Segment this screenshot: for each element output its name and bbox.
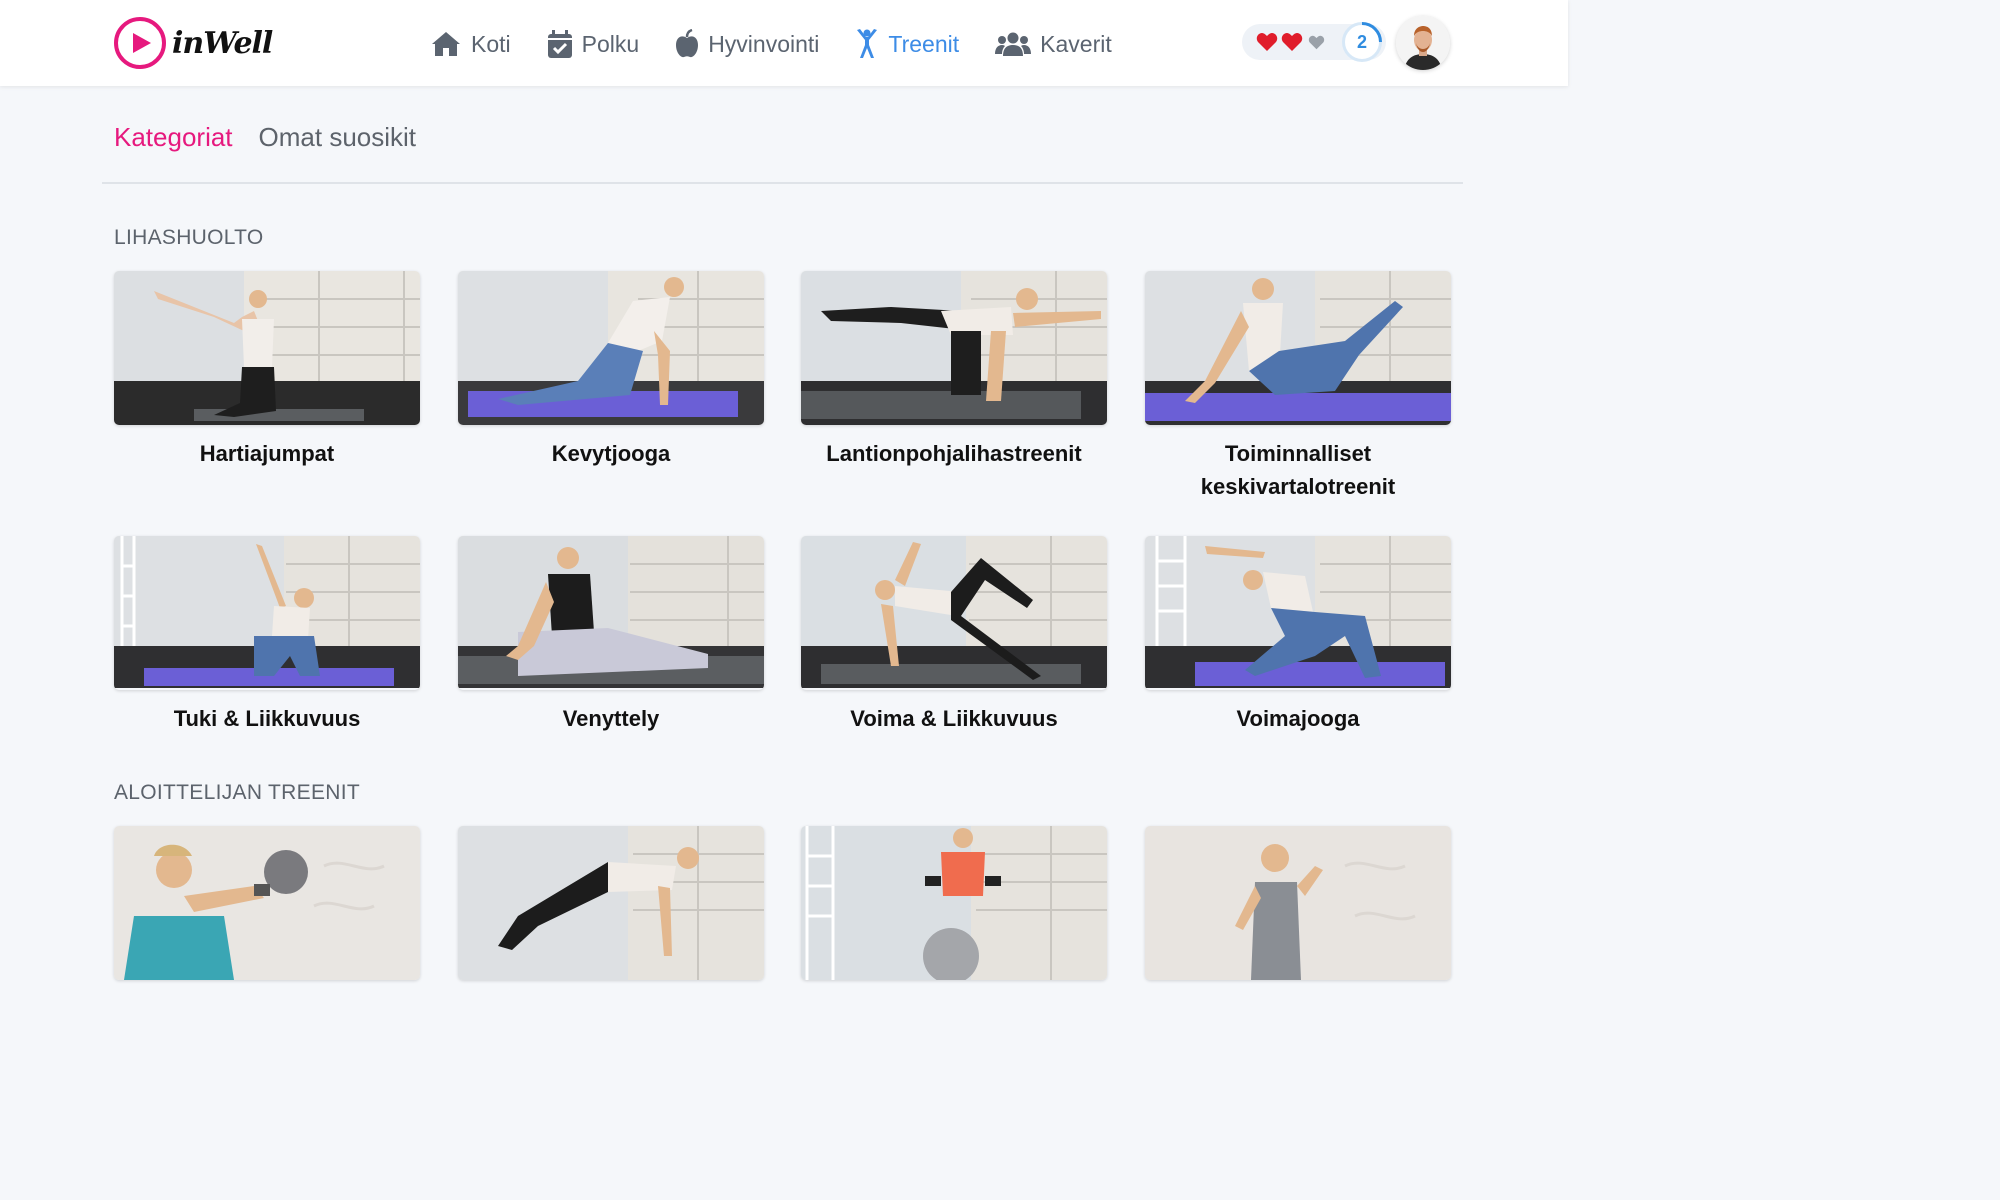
category-thumbnail: [1145, 536, 1451, 690]
nav-item-label: Treenit: [888, 30, 960, 57]
level-badge[interactable]: 2: [1342, 22, 1382, 62]
heart-full-icon: [1256, 33, 1278, 51]
category-card[interactable]: Tuki & Liikkuvuus: [114, 536, 420, 735]
heart-full-icon: [1281, 33, 1303, 51]
section-title-lihashuolto: LIHASHUOLTO: [114, 226, 264, 249]
users-icon: [995, 32, 1032, 56]
category-thumbnail: [114, 536, 420, 690]
tab-kategoriat[interactable]: Kategoriat: [114, 122, 233, 153]
category-thumbnail: [458, 826, 764, 980]
category-card[interactable]: Kevytjooga: [458, 271, 764, 470]
nav-item-koti[interactable]: Koti: [430, 30, 511, 58]
category-title: Voima & Liikkuvuus: [850, 706, 1058, 731]
user-avatar[interactable]: [1396, 16, 1450, 70]
apple-icon: [676, 29, 699, 58]
category-thumbnail: [1145, 826, 1451, 980]
category-card[interactable]: [114, 826, 420, 992]
category-title: Kevytjooga: [551, 441, 671, 466]
category-card[interactable]: Hartiajumpat: [114, 271, 420, 470]
brand-name: inWell: [172, 25, 273, 61]
category-title: Lantionpohjalihastreenit: [826, 441, 1082, 466]
category-title: Voimajooga: [1236, 706, 1360, 731]
category-card[interactable]: Voima & Liikkuvuus: [801, 536, 1107, 735]
category-card[interactable]: [801, 826, 1107, 992]
nav-item-label: Hyvinvointi: [708, 30, 820, 57]
category-title: Hartiajumpat: [199, 441, 335, 466]
category-card[interactable]: Lantionpohjalihastreenit: [801, 271, 1107, 470]
tabs-divider: [102, 182, 1463, 184]
progress-ring-icon: [1361, 22, 1382, 43]
heart-empty-icon: [1308, 35, 1325, 49]
avatar-image: [1396, 16, 1450, 70]
main-nav: Koti Polku Hyvinvointi Treenit Kaverit: [430, 22, 1148, 66]
category-card[interactable]: Toiminnalliset keskivartalotreenit: [1145, 271, 1451, 503]
section-title-aloittelijan-treenit: ALOITTELIJAN TREENIT: [114, 781, 360, 804]
category-thumbnail: [801, 271, 1107, 425]
brand-logo[interactable]: inWell: [114, 17, 273, 69]
category-card[interactable]: [458, 826, 764, 992]
category-thumbnail: [458, 271, 764, 425]
category-thumbnail: [114, 826, 420, 980]
category-card[interactable]: [1145, 826, 1451, 992]
home-icon: [432, 32, 460, 56]
category-thumbnail: [458, 536, 764, 690]
category-card[interactable]: Venyttely: [458, 536, 764, 735]
calendar-check-icon: [547, 30, 572, 58]
category-title: Toiminnalliset keskivartalotreenit: [1200, 441, 1396, 499]
category-thumbnail: [114, 271, 420, 425]
play-logo-icon: [114, 17, 166, 69]
nav-item-label: Polku: [581, 30, 640, 57]
nav-item-treenit[interactable]: Treenit: [855, 28, 959, 60]
nav-item-label: Kaverit: [1040, 30, 1112, 57]
category-title: Venyttely: [562, 706, 660, 731]
category-thumbnail: [801, 826, 1107, 980]
nav-item-kaverit[interactable]: Kaverit: [995, 31, 1112, 58]
person-icon: [857, 29, 878, 58]
category-title: Tuki & Liikkuvuus: [173, 706, 361, 731]
category-thumbnail: [1145, 271, 1451, 425]
category-card[interactable]: Voimajooga: [1145, 536, 1451, 735]
nav-item-label: Koti: [471, 30, 511, 57]
top-bar: inWell Koti Polku Hyvinvointi Treenit Ka…: [0, 0, 1568, 86]
tab-omat-suosikit[interactable]: Omat suosikit: [259, 122, 417, 153]
category-tabs: Kategoriat Omat suosikit: [114, 122, 442, 153]
nav-item-polku[interactable]: Polku: [547, 29, 640, 59]
nav-item-hyvinvointi[interactable]: Hyvinvointi: [675, 29, 819, 59]
category-thumbnail: [801, 536, 1107, 690]
